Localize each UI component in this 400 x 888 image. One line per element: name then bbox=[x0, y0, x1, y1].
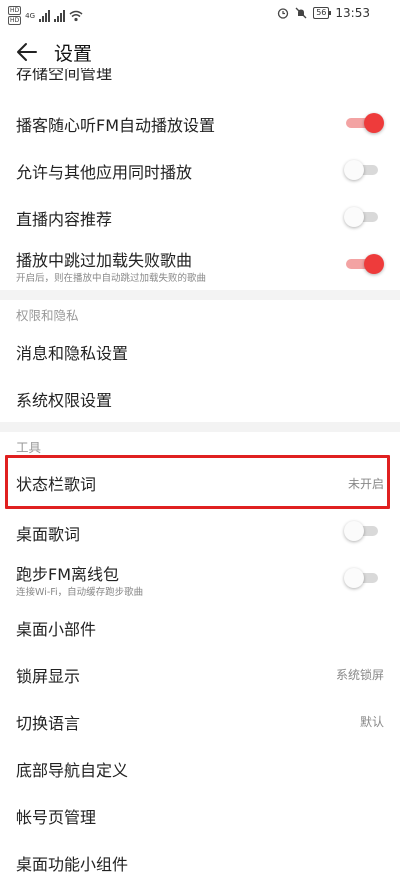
section-divider bbox=[0, 290, 400, 300]
settings-item-allow-other-apps[interactable]: 允许与其他应用同时播放 bbox=[0, 147, 400, 193]
settings-item-message-privacy[interactable]: 消息和隐私设置 bbox=[0, 328, 400, 374]
settings-item-desktop-lyrics[interactable]: 桌面歌词 bbox=[0, 508, 400, 554]
settings-item-value: 默认 bbox=[359, 715, 384, 729]
settings-item-label: 桌面小部件 bbox=[16, 620, 97, 639]
settings-item-podcast-fm[interactable]: 播客随心听FM自动播放设置 bbox=[0, 100, 400, 146]
settings-item-value: 系统锁屏 bbox=[335, 668, 384, 682]
status-left: HD HD 4G bbox=[8, 6, 83, 25]
desktop-lyrics-toggle[interactable] bbox=[344, 521, 382, 541]
settings-item-label: 播放中跳过加载失败歌曲 bbox=[16, 251, 193, 270]
settings-item-bottom-nav[interactable]: 底部导航自定义 bbox=[0, 744, 400, 790]
clock: 13:53 bbox=[335, 6, 370, 20]
settings-item-label: 桌面功能小组件 bbox=[16, 855, 129, 874]
settings-item-skip-failed[interactable]: 播放中跳过加载失败歌曲 开启后，则在播放中自动跳过加载失败的歌曲 bbox=[0, 242, 400, 290]
section-divider bbox=[0, 422, 400, 432]
settings-item-label: 跑步FM离线包 bbox=[16, 565, 120, 584]
settings-item-lockscreen[interactable]: 锁屏显示 系统锁屏 bbox=[0, 650, 400, 696]
settings-item-subtitle: 连接Wi-Fi，自动缓存跑步歌曲 bbox=[16, 587, 144, 598]
settings-item-live-recommend[interactable]: 直播内容推荐 bbox=[0, 194, 400, 240]
settings-item-label: 系统权限设置 bbox=[16, 391, 113, 410]
settings-item-running-fm[interactable]: 跑步FM离线包 连接Wi-Fi，自动缓存跑步歌曲 bbox=[0, 556, 400, 602]
skip-failed-toggle[interactable] bbox=[346, 254, 384, 274]
settings-item-label: 存储空间管理 bbox=[16, 68, 113, 83]
podcast-fm-toggle[interactable] bbox=[346, 113, 384, 133]
settings-item-label: 消息和隐私设置 bbox=[16, 344, 129, 363]
back-arrow-icon[interactable] bbox=[14, 38, 42, 66]
settings-item-desktop-func-widget[interactable]: 桌面功能小组件 bbox=[0, 838, 400, 884]
page-title: 设置 bbox=[54, 43, 93, 65]
signal-icon bbox=[39, 9, 51, 22]
settings-item-label: 直播内容推荐 bbox=[16, 210, 113, 229]
settings-item-desktop-widget[interactable]: 桌面小部件 bbox=[0, 603, 400, 649]
alarm-icon bbox=[278, 8, 289, 19]
settings-item-system-permission[interactable]: 系统权限设置 bbox=[0, 375, 400, 421]
running-fm-toggle[interactable] bbox=[344, 568, 382, 588]
signal2-icon bbox=[54, 9, 66, 22]
settings-item-label: 允许与其他应用同时播放 bbox=[16, 163, 193, 182]
settings-item-subtitle: 开启后，则在播放中自动跳过加载失败的歌曲 bbox=[16, 273, 207, 284]
section-title-tools: 工具 bbox=[16, 440, 42, 455]
settings-item-label: 帐号页管理 bbox=[16, 808, 97, 827]
settings-item-label: 切换语言 bbox=[16, 714, 81, 733]
section-title-privacy: 权限和隐私 bbox=[16, 308, 79, 323]
network-type: 4G bbox=[25, 11, 36, 20]
settings-item-label: 锁屏显示 bbox=[16, 667, 81, 686]
allow-other-apps-toggle[interactable] bbox=[344, 160, 382, 180]
settings-item-storage[interactable]: 存储空间管理 bbox=[0, 68, 400, 86]
settings-item-language[interactable]: 切换语言 默认 bbox=[0, 697, 400, 743]
mute-bell-icon bbox=[295, 7, 307, 19]
wifi-icon bbox=[69, 10, 83, 21]
sim1-icon: HD bbox=[8, 6, 22, 15]
live-recommend-toggle[interactable] bbox=[344, 207, 382, 227]
battery-icon: 56 bbox=[313, 7, 332, 19]
status-bar: HD HD 4G 56 13:53 bbox=[0, 0, 400, 28]
settings-item-label: 底部导航自定义 bbox=[16, 761, 129, 780]
sim-icons: HD HD bbox=[8, 6, 22, 25]
settings-item-label: 播客随心听FM自动播放设置 bbox=[16, 116, 216, 135]
sim2-icon: HD bbox=[8, 16, 22, 25]
status-right: 56 13:53 bbox=[277, 6, 370, 20]
settings-item-account-page[interactable]: 帐号页管理 bbox=[0, 791, 400, 837]
settings-item-label: 桌面歌词 bbox=[16, 525, 81, 544]
highlight-box bbox=[5, 455, 390, 509]
